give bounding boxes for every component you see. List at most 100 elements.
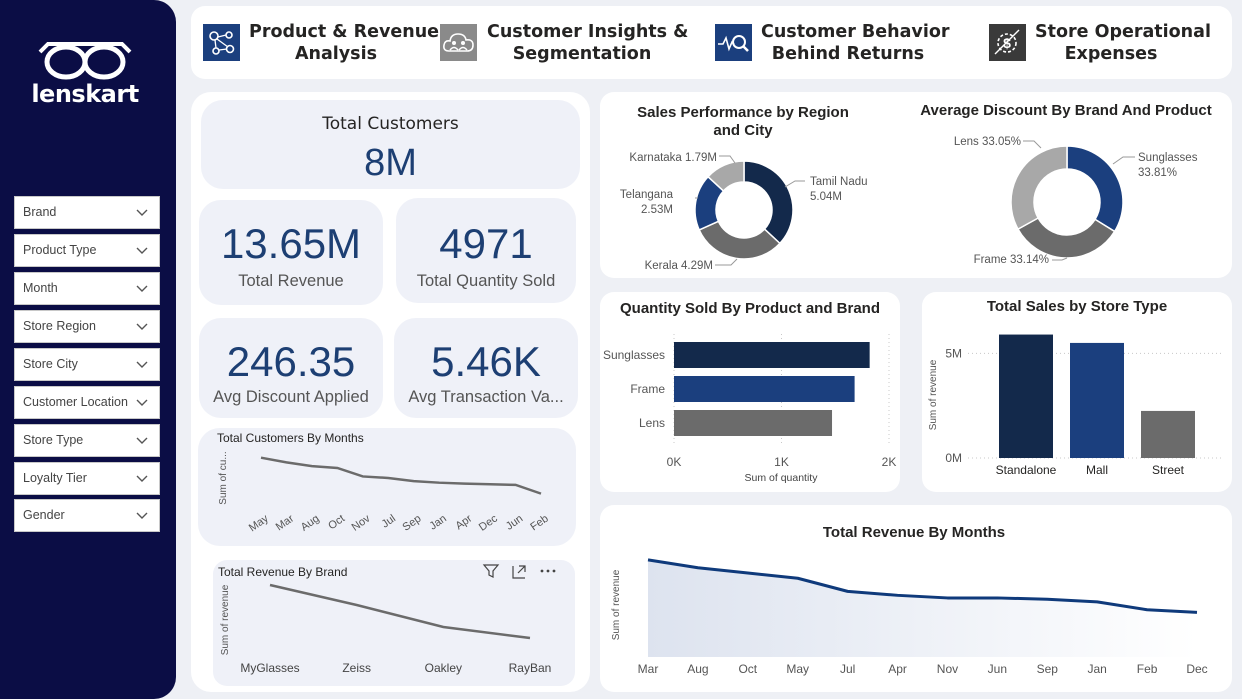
filter-icon[interactable] xyxy=(482,564,500,578)
bar-sunglasses xyxy=(674,342,870,368)
x-tick-label: Oct xyxy=(326,513,347,533)
x-axis-label: Sum of quantity xyxy=(745,472,819,484)
filter-slicer-customer-location[interactable]: Customer Location xyxy=(14,386,160,419)
filter-slicer-store-city[interactable]: Store City xyxy=(14,348,160,381)
x-tick-label: Sep xyxy=(401,513,424,534)
y-tick-label: Frame xyxy=(630,382,665,396)
filter-label: Store Type xyxy=(23,433,84,447)
chart-title: Total Customers By Months xyxy=(217,431,364,445)
chevron-down-icon xyxy=(136,512,148,519)
sales-by-region-chart[interactable]: Sales Performance by Regionand City Tamil… xyxy=(600,92,916,278)
chart-title: Total Revenue By Brand xyxy=(218,565,347,579)
nav-product-revenue[interactable]: Product & Revenue Analysis xyxy=(201,6,440,79)
bar-street xyxy=(1141,410,1195,458)
sales-by-store-type-chart[interactable]: Total Sales by Store Type Sum of revenue 0… xyxy=(922,292,1232,492)
quantity-by-product-chart[interactable]: Quantity Sold By Product and Brand 0K 1K 2K… xyxy=(600,292,900,492)
revenue-by-months-chart[interactable]: Total Revenue By Months Sum of revenue Mar… xyxy=(600,505,1232,692)
chevron-down-icon xyxy=(136,323,148,330)
series-line xyxy=(260,456,542,495)
filter-slicer-store-region[interactable]: Store Region xyxy=(14,310,160,343)
nav-label-line1: Product & Revenue xyxy=(249,22,440,42)
x-tick-label: 1K xyxy=(774,455,789,469)
kpi-card-total-revenue: 13.65M Total Revenue xyxy=(199,200,383,305)
kpi-card-total-customers: Total Customers 8M xyxy=(201,100,580,189)
customers-by-months-chart[interactable]: Total Customers By Months Sum of cu... May… xyxy=(198,428,576,546)
leader-line xyxy=(784,180,805,188)
focus-mode-icon[interactable] xyxy=(512,565,526,579)
x-tick-label: 2K xyxy=(882,455,897,469)
money-gear-icon: $ xyxy=(989,24,1026,61)
avg-discount-chart[interactable]: Average Discount By Brand And Product Sun… xyxy=(916,92,1232,278)
chevron-down-icon xyxy=(136,361,148,368)
kpi-label: Total Revenue xyxy=(238,272,344,290)
x-tick-label: Jul xyxy=(840,662,855,676)
nav-customer-insights[interactable]: Customer Insights & Segmentation xyxy=(437,6,689,79)
filter-label: Gender xyxy=(23,508,65,522)
x-tick-label: Zeiss xyxy=(342,661,371,675)
kpi-label: Total Quantity Sold xyxy=(416,272,556,290)
network-nodes-icon xyxy=(203,24,240,61)
filter-label: Loyalty Tier xyxy=(23,471,87,485)
x-tick-label: Nov xyxy=(350,512,373,533)
x-tick-label: Jul xyxy=(380,513,398,531)
nav-label-line1: Customer Insights & xyxy=(487,22,689,42)
chevron-down-icon xyxy=(136,247,148,254)
filter-label: Store Region xyxy=(23,319,96,333)
nav-store-expenses[interactable]: $ Store Operational Expenses xyxy=(987,6,1211,79)
kpi-card-avg-discount: 246.35 Avg Discount Applied xyxy=(199,318,383,418)
x-tick-label: Mar xyxy=(274,512,297,533)
filter-slicer-month[interactable]: Month xyxy=(14,272,160,305)
nav-customer-behavior[interactable]: Customer Behavior Behind Returns xyxy=(713,6,949,79)
kpi-card-avg-transaction: 5.46K Avg Transaction Va... xyxy=(394,318,578,418)
visual-header-toolbar xyxy=(482,564,556,579)
data-label: Frame 33.14% xyxy=(974,254,1049,266)
cloud-people-icon xyxy=(440,24,477,61)
chart-title: Average Discount By Brand And Product xyxy=(920,102,1211,119)
x-tick-label: May xyxy=(247,512,271,534)
data-label: 2.53M xyxy=(641,204,673,216)
kpi-value: 13.65M xyxy=(220,220,362,267)
chart-title: Quantity Sold By Product and Brand xyxy=(620,300,880,317)
revenue-by-brand-chart[interactable]: Total Revenue By Brand Sum of revenue MyGl… xyxy=(213,560,575,686)
dot xyxy=(552,569,556,573)
x-tick-label: MyGlasses xyxy=(240,661,299,675)
y-tick-label: Sunglasses xyxy=(603,348,665,362)
dot xyxy=(546,569,550,573)
x-tick-label: Aug xyxy=(687,662,708,676)
x-tick-label: RayBan xyxy=(509,661,552,675)
filter-slicer-loyalty-tier[interactable]: Loyalty Tier xyxy=(14,462,160,495)
leader-line xyxy=(1112,156,1135,165)
filter-slicer-product-type[interactable]: Product Type xyxy=(14,234,160,267)
x-tick-label: Jun xyxy=(988,662,1007,676)
filter-slicer-gender[interactable]: Gender xyxy=(14,499,160,532)
nav-label-line2: Analysis xyxy=(294,44,378,64)
y-axis-label: Sum of revenue xyxy=(611,569,622,640)
svg-text:$: $ xyxy=(1003,35,1011,51)
kpi-label: Total Customers xyxy=(322,114,459,134)
x-tick-label: Street xyxy=(1152,463,1185,477)
revenue-months-panel: Total Revenue By Months Sum of revenue Mar… xyxy=(600,505,1232,692)
data-label: Sunglasses xyxy=(1138,152,1198,164)
search-analytics-icon xyxy=(715,24,752,61)
x-tick-label: Oct xyxy=(738,662,757,676)
nav-label-line1: Store Operational xyxy=(1035,22,1211,42)
customers-by-months-card: Total Customers By Months Sum of cu... May… xyxy=(198,428,576,546)
chevron-down-icon xyxy=(136,209,148,216)
leader-line xyxy=(1023,140,1042,149)
x-tick-label: 0K xyxy=(667,455,682,469)
chevron-down-icon xyxy=(136,437,148,444)
bar-standalone xyxy=(999,334,1053,458)
chevron-down-icon xyxy=(136,475,148,482)
filter-label: Brand xyxy=(23,205,57,219)
brand-name: lenskart xyxy=(31,80,139,108)
donut-panel: Sales Performance by Region and City Tamil… xyxy=(600,92,1232,278)
data-label: Telangana xyxy=(620,189,674,201)
filter-slicer-brand[interactable]: Brand xyxy=(14,196,160,229)
filter-slicer-store-type[interactable]: Store Type xyxy=(14,424,160,457)
x-tick-label: Dec xyxy=(477,512,500,533)
donut-slice-tamil-nadu xyxy=(743,160,794,245)
x-tick-label: Jan xyxy=(427,513,448,533)
x-tick-label: Nov xyxy=(937,662,958,676)
report-navigation-bar: Product & Revenue Analysis Customer Insi… xyxy=(191,6,1232,79)
more-options-icon[interactable] xyxy=(540,569,556,573)
